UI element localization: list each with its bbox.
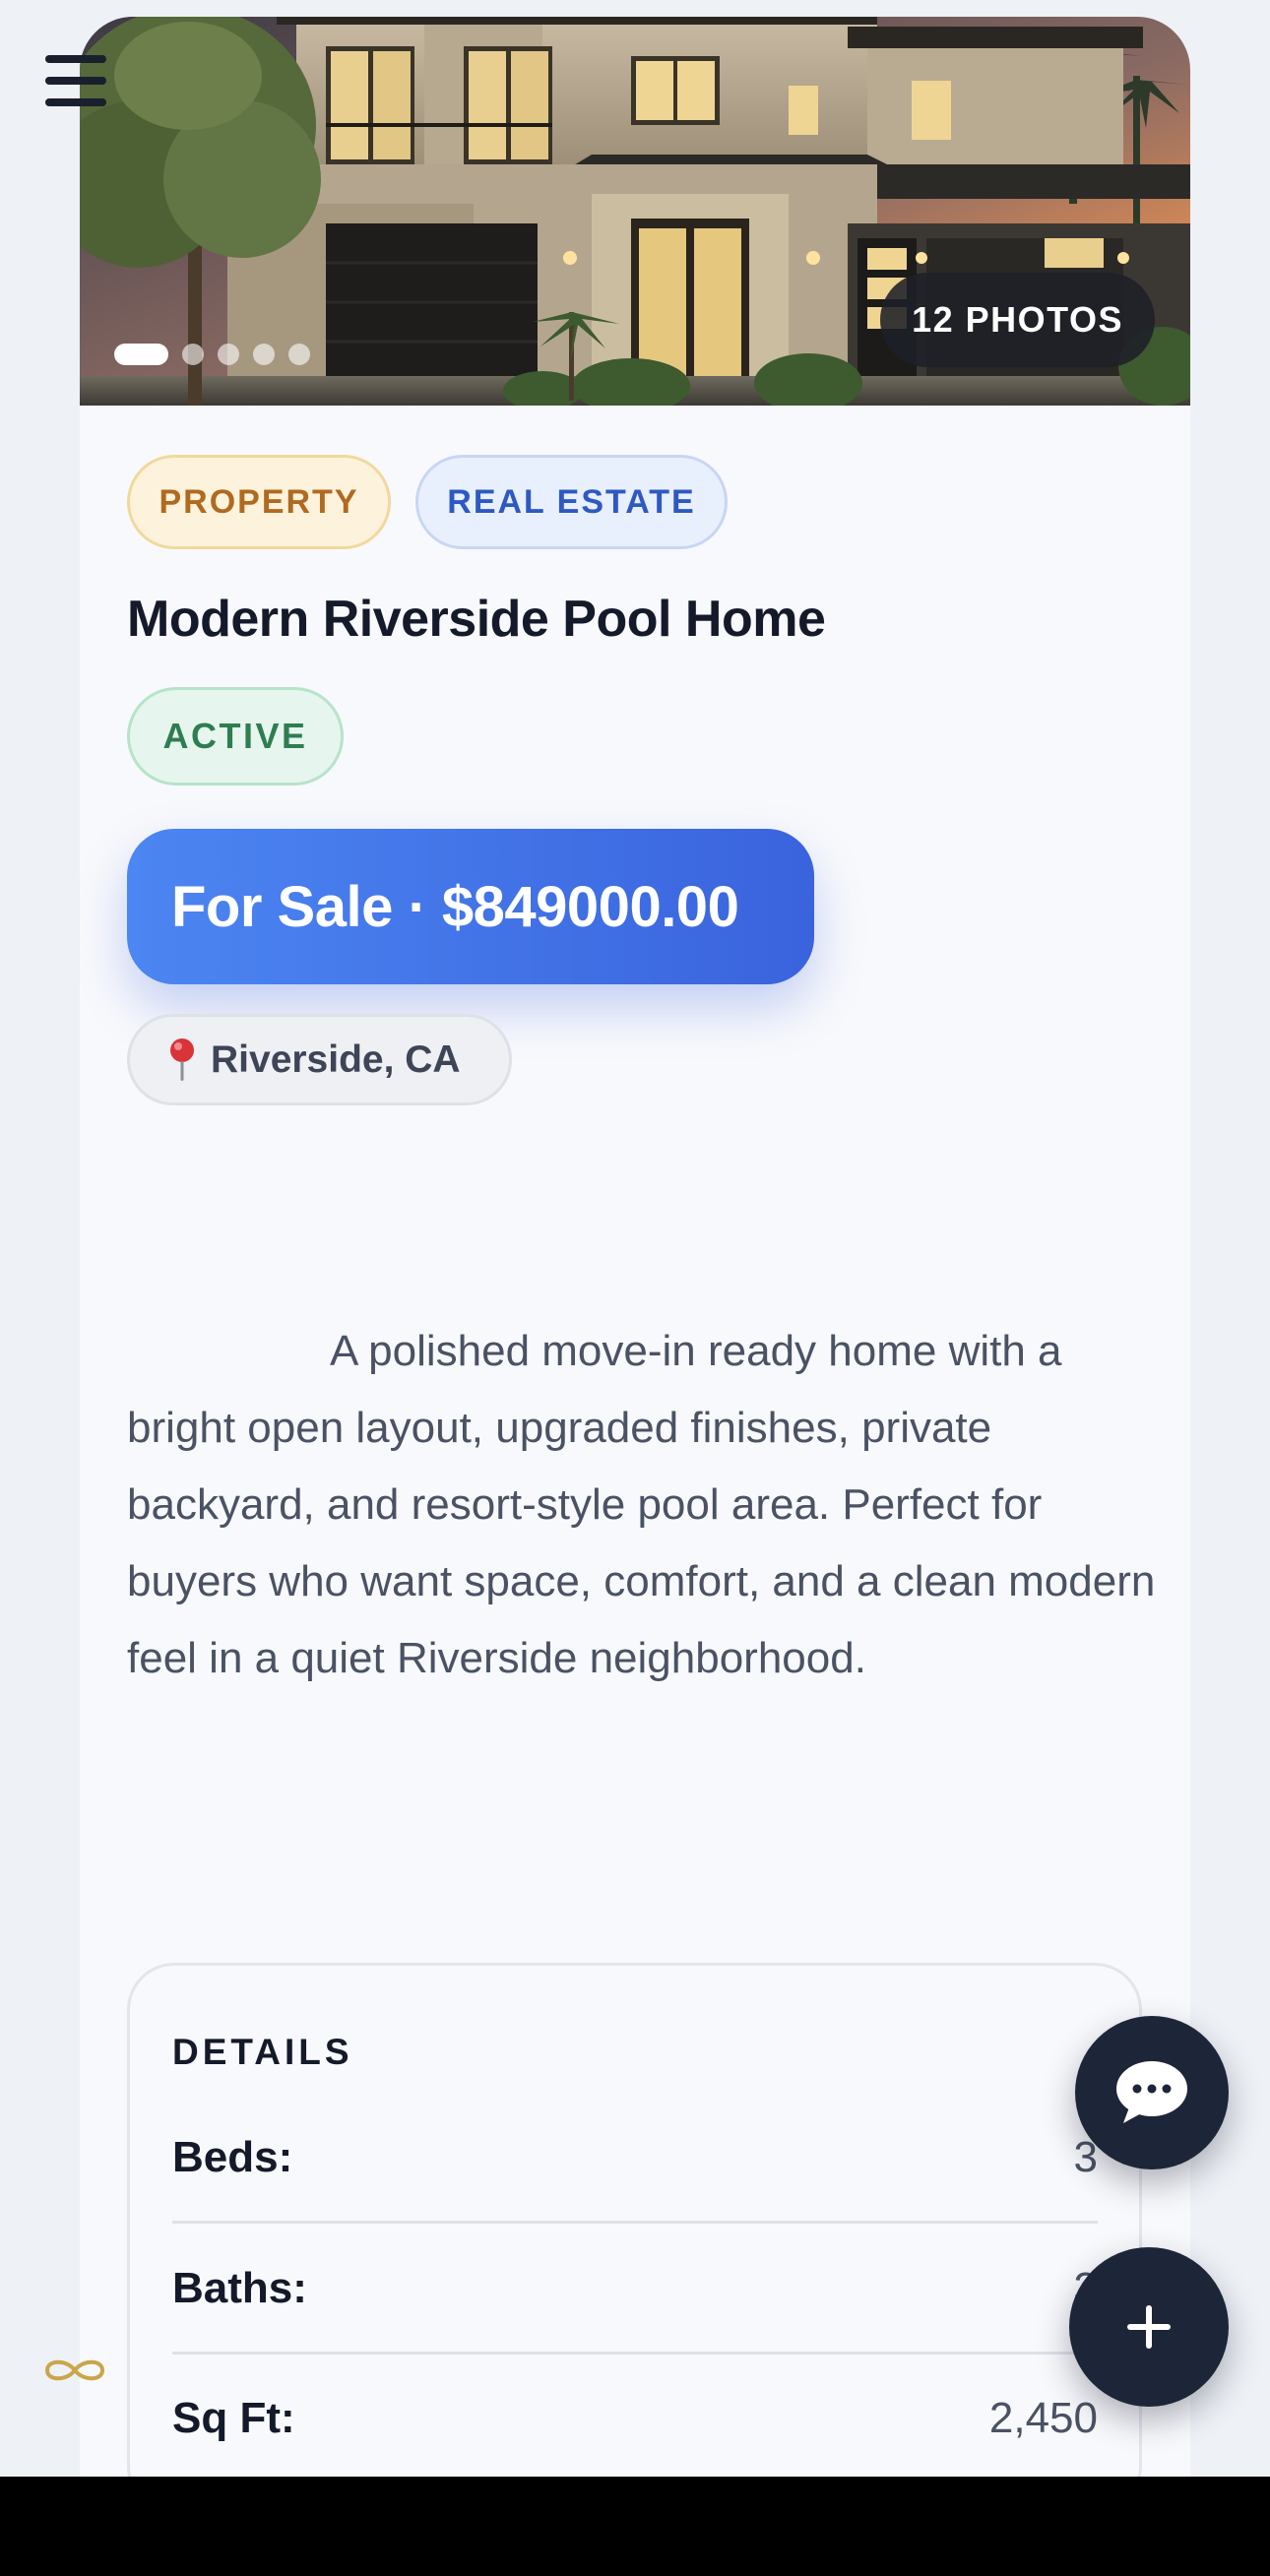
- add-button[interactable]: [1069, 2247, 1229, 2407]
- details-row-sqft: Sq Ft: 2,450: [172, 2355, 1098, 2478]
- carousel-dot[interactable]: [288, 344, 310, 365]
- listing-description: A polished move-in ready home with a bri…: [127, 1327, 1156, 1682]
- carousel-dot[interactable]: [182, 344, 204, 365]
- sqft-value: 2,450: [988, 2393, 1098, 2442]
- location-text: Riverside, CA: [211, 1037, 461, 1081]
- hero-photo[interactable]: 12 PHOTOS: [80, 17, 1190, 406]
- hamburger-menu-icon[interactable]: [45, 55, 106, 106]
- details-row-baths: Baths: 3: [172, 2225, 1098, 2355]
- location-chip[interactable]: Riverside, CA: [127, 1014, 512, 1105]
- tag-real-estate: REAL ESTATE: [415, 455, 728, 549]
- chat-button[interactable]: [1075, 2016, 1229, 2169]
- carousel-dot[interactable]: [253, 344, 275, 365]
- listing-title: Modern Riverside Pool Home: [127, 591, 826, 648]
- listing-card: 12 PHOTOS PROPERTY REAL ESTATE Modern Ri…: [80, 17, 1190, 2478]
- beds-label: Beds:: [172, 2132, 293, 2181]
- carousel-dots[interactable]: [114, 344, 310, 365]
- system-bottom-bar: [0, 2477, 1270, 2576]
- plus-icon: [1127, 2305, 1171, 2349]
- map-pin-icon: [167, 1037, 197, 1083]
- price-pill: For Sale · $849000.00: [127, 829, 814, 984]
- carousel-dot-active[interactable]: [114, 344, 168, 365]
- details-row-beds: Beds: 3: [172, 2094, 1098, 2224]
- infinity-icon: [41, 2356, 108, 2390]
- chat-bubble-icon: [1116, 2061, 1187, 2123]
- baths-label: Baths:: [172, 2263, 307, 2312]
- carousel-dot[interactable]: [218, 344, 239, 365]
- details-panel: DETAILS Beds: 3 Baths: 3 Sq Ft: 2,450: [127, 1963, 1142, 2478]
- listing-page: 12 PHOTOS PROPERTY REAL ESTATE Modern Ri…: [0, 0, 1270, 2576]
- sqft-label: Sq Ft:: [172, 2393, 295, 2442]
- tag-property: PROPERTY: [127, 455, 391, 549]
- photos-count-badge[interactable]: 12 PHOTOS: [880, 273, 1155, 367]
- price-text: For Sale · $849000.00: [171, 874, 739, 939]
- details-title: DETAILS: [172, 2032, 353, 2072]
- status-badge: ACTIVE: [127, 687, 344, 785]
